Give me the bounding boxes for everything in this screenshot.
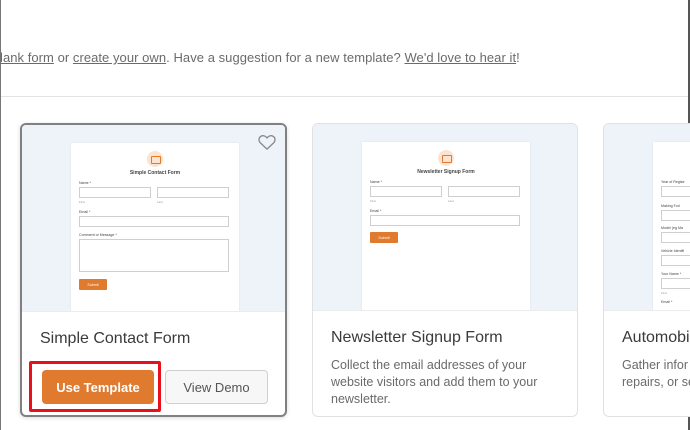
form-preview-paper: Newsletter Signup Form Name * First Last…: [362, 142, 530, 310]
use-template-button[interactable]: Use Template: [42, 370, 154, 404]
template-card-newsletter-signup-form[interactable]: Newsletter Signup Form Name * First Last…: [312, 123, 578, 417]
preview-comment-label: Comment or Message *: [79, 233, 117, 237]
megaphone-icon: [147, 151, 163, 167]
preview-comment-field: [79, 239, 229, 272]
preview-first-field: [79, 187, 151, 198]
preview-sublabel: First: [661, 291, 667, 295]
template-card-automobile[interactable]: Year of Registr Making Fori Model (eg Ma…: [603, 123, 690, 417]
template-preview[interactable]: Newsletter Signup Form Name * First Last…: [313, 124, 577, 310]
template-title: Simple Contact Form: [40, 330, 191, 347]
preview-label: Model (eg Ma: [661, 226, 683, 230]
template-preview[interactable]: Year of Registr Making Fori Model (eg Ma…: [604, 124, 690, 310]
preview-last-field: [157, 187, 229, 198]
preview-submit-button: Submit: [370, 232, 398, 243]
preview-label: Email *: [661, 300, 673, 304]
preview-label: Your Name *: [661, 272, 682, 276]
preview-email-field: [79, 216, 229, 227]
create-your-own-link[interactable]: create your own: [73, 50, 166, 65]
preview-email-label: Email *: [370, 209, 382, 213]
template-description: Gather infor repairs, or se: [622, 358, 690, 389]
intro-or-text: or: [53, 50, 73, 65]
blank-form-link[interactable]: lank form: [0, 50, 54, 65]
preview-field: [661, 232, 690, 243]
intro-end-text: !: [516, 50, 520, 65]
preview-last-sublabel: Last: [157, 200, 163, 204]
form-preview-paper: Year of Registr Making Fori Model (eg Ma…: [653, 142, 690, 310]
megaphone-icon: [438, 150, 454, 166]
view-demo-button[interactable]: View Demo: [165, 370, 268, 404]
preview-last-field: [448, 186, 520, 197]
preview-field: [661, 186, 690, 197]
preview-name-label: Name *: [370, 180, 382, 184]
section-divider: [1, 96, 688, 97]
template-card-body: Newsletter Signup Form Collect the email…: [313, 310, 577, 416]
preview-first-sublabel: First: [79, 200, 85, 204]
template-card-simple-contact-form[interactable]: Simple Contact Form Name * First Last Em…: [20, 123, 287, 417]
preview-form-title: Simple Contact Form: [129, 170, 181, 176]
intro-text: lank form or create your own. Have a sug…: [0, 50, 688, 70]
preview-label: Year of Registr: [661, 180, 685, 184]
heart-outline-icon[interactable]: [258, 134, 276, 150]
preview-email-label: Email *: [79, 210, 91, 214]
preview-label: Vehicle Identifi: [661, 249, 685, 253]
template-title: Automobi: [622, 329, 690, 346]
preview-first-sublabel: First: [370, 199, 376, 203]
intro-suggestion-text: . Have a suggestion for a new template?: [166, 50, 405, 65]
form-preview-paper: Simple Contact Form Name * First Last Em…: [71, 143, 239, 311]
preview-label: Making Fori: [661, 204, 680, 208]
suggest-template-link[interactable]: We'd love to hear it: [404, 50, 516, 65]
preview-field: [661, 278, 690, 289]
template-description: Collect the email addresses of your webs…: [331, 358, 538, 406]
preview-email-field: [370, 215, 520, 226]
preview-field: [661, 210, 690, 221]
preview-submit-button: Submit: [79, 279, 107, 290]
template-card-body: Automobi Gather infor repairs, or se: [604, 310, 690, 416]
preview-last-sublabel: Last: [448, 199, 454, 203]
template-card-body: Simple Contact Form Use Template View De…: [22, 311, 285, 415]
preview-name-label: Name *: [79, 181, 91, 185]
preview-first-field: [370, 186, 442, 197]
preview-form-title: Newsletter Signup Form: [417, 169, 475, 175]
preview-field: [661, 255, 690, 266]
template-preview[interactable]: Simple Contact Form Name * First Last Em…: [22, 125, 285, 311]
template-title: Newsletter Signup Form: [331, 329, 503, 346]
